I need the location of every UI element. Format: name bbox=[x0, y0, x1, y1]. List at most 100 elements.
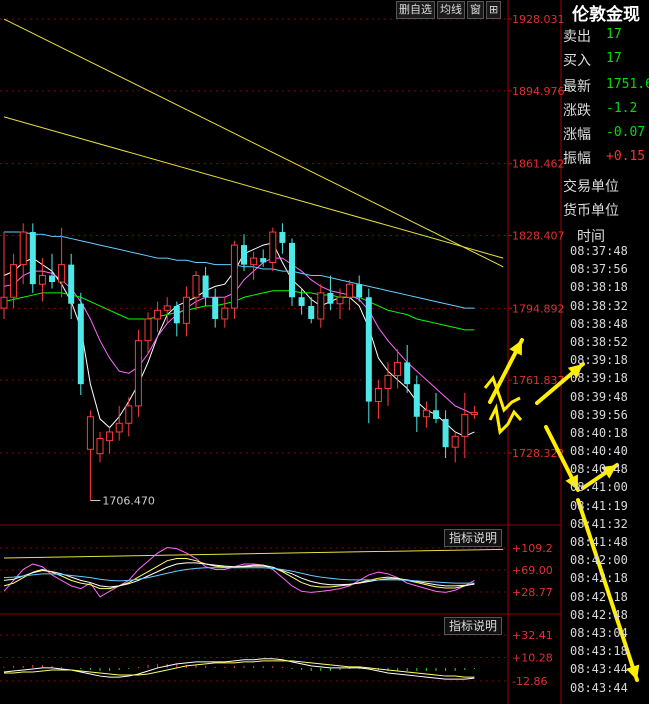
tick-time-row: 08:40:40 bbox=[570, 444, 628, 462]
quote-value: +0.15 bbox=[606, 149, 646, 164]
candle-body bbox=[442, 418, 449, 448]
tick-time-row: 08:38:18 bbox=[570, 280, 628, 298]
candle-body bbox=[106, 431, 114, 442]
tick-time-row: 08:41:48 bbox=[570, 535, 628, 553]
candle-body bbox=[451, 435, 459, 448]
candle-body bbox=[144, 318, 152, 342]
quote-value: -0.07 bbox=[606, 125, 646, 140]
indicator-line bbox=[3, 562, 475, 588]
quote-row: 买入 17 bbox=[563, 50, 649, 74]
low-marker-label: 1706.470 bbox=[102, 494, 154, 507]
currency-unit-label: 货币单位 bbox=[563, 203, 619, 219]
tick-time: 08:42:48 bbox=[570, 607, 628, 622]
quote-row: 最新 1751.6 bbox=[563, 76, 649, 100]
trendline bbox=[3, 548, 504, 559]
candle-body bbox=[241, 245, 247, 265]
tick-time: 08:43:44 bbox=[570, 680, 628, 695]
indicator-tick-label: +109.2 bbox=[512, 542, 553, 555]
tick-time-row: 08:40:18 bbox=[570, 426, 628, 444]
tick-time-row: 08:37:48 bbox=[570, 244, 628, 262]
candle-body bbox=[192, 275, 200, 298]
indicator-tick-label: -12.86 bbox=[512, 675, 547, 688]
price-tick-label: 1894.976 bbox=[512, 85, 565, 98]
tick-time-row: 08:42:00 bbox=[570, 553, 628, 571]
instrument-title: 伦敦金现 bbox=[572, 5, 640, 25]
candle-body bbox=[19, 231, 27, 266]
quote-label: 涨跌 bbox=[563, 103, 591, 119]
candle-body bbox=[202, 275, 209, 298]
quote-value: 17 bbox=[606, 27, 622, 42]
indicator-help-button-2[interactable]: 指标说明 bbox=[444, 617, 503, 635]
indicator-help-button-1[interactable]: 指标说明 bbox=[444, 529, 503, 547]
candle-body bbox=[154, 309, 162, 320]
candle-body bbox=[346, 283, 354, 298]
tick-time-row: 08:41:32 bbox=[570, 517, 628, 535]
tick-time: 08:39:18 bbox=[570, 353, 628, 368]
tick-time: 08:37:56 bbox=[570, 262, 628, 277]
quote-label: 买入 bbox=[563, 53, 591, 69]
candle-body bbox=[68, 264, 75, 304]
quote-label: 卖出 bbox=[563, 29, 591, 45]
tick-time: 08:42:00 bbox=[570, 553, 628, 568]
candle-body bbox=[470, 411, 478, 416]
tick-time: 08:38:32 bbox=[570, 298, 628, 313]
candle-body bbox=[29, 232, 36, 285]
indicator-line bbox=[3, 547, 475, 598]
tick-time-row: 08:38:32 bbox=[570, 299, 628, 317]
candle-body bbox=[38, 275, 46, 285]
candle-body bbox=[182, 296, 190, 324]
tick-time-row: 08:43:04 bbox=[570, 626, 628, 644]
indicator-tick-label: +69.00 bbox=[512, 564, 553, 577]
price-tick-label: 1928.031 bbox=[512, 13, 565, 26]
tick-time-row: 08:43:44 bbox=[570, 681, 628, 699]
trendline bbox=[3, 116, 504, 259]
quote-row: 涨跌 -1.2 bbox=[563, 100, 649, 124]
quote-label: 最新 bbox=[563, 79, 591, 95]
tick-time-row: 08:42:18 bbox=[570, 571, 628, 589]
tick-time: 08:41:32 bbox=[570, 516, 628, 531]
remove-watchlist-button[interactable]: 删自选 bbox=[396, 1, 435, 19]
layout-icon[interactable]: ⊞ bbox=[486, 1, 502, 19]
tick-time: 08:37:48 bbox=[570, 244, 628, 258]
moving-average-line bbox=[3, 242, 475, 437]
tick-time: 08:41:19 bbox=[570, 498, 628, 513]
tick-time-row: 08:38:48 bbox=[570, 317, 628, 335]
annotation-stroke bbox=[488, 403, 523, 436]
price-tick-label: 1861.462 bbox=[512, 158, 565, 171]
candle-body bbox=[250, 257, 258, 266]
tick-time-row: 08:40:48 bbox=[570, 462, 628, 480]
tick-time-row: 08:43:18 bbox=[570, 644, 628, 662]
time-column-header: 时间 bbox=[577, 229, 605, 245]
candle-body bbox=[86, 416, 94, 450]
candle-body bbox=[96, 437, 104, 455]
candle-body bbox=[212, 297, 219, 319]
tick-time: 08:42:18 bbox=[570, 589, 628, 604]
price-tick-label: 1794.892 bbox=[512, 302, 565, 315]
tick-time-row: 08:38:52 bbox=[570, 335, 628, 353]
tick-time: 08:38:48 bbox=[570, 316, 628, 331]
tick-time-row: 08:43:44 bbox=[570, 662, 628, 680]
tick-time: 08:40:40 bbox=[570, 444, 628, 459]
chart-toolbar: 删自选 均线 窗 ⊞ bbox=[396, 1, 502, 19]
moving-average-line bbox=[3, 257, 475, 416]
tick-time: 08:43:18 bbox=[570, 644, 628, 659]
tick-time-row: 08:41:00 bbox=[570, 480, 628, 498]
quote-label: 涨幅 bbox=[563, 127, 591, 143]
tick-time: 08:39:48 bbox=[570, 389, 628, 404]
quote-label: 振幅 bbox=[563, 151, 591, 167]
tick-time: 08:41:48 bbox=[570, 535, 628, 549]
candle-body bbox=[384, 374, 392, 390]
tick-time-row: 08:39:48 bbox=[570, 390, 628, 408]
tick-time-row: 08:42:18 bbox=[570, 590, 628, 608]
window-button[interactable]: 窗 bbox=[467, 1, 484, 19]
candle-body bbox=[356, 284, 363, 298]
moving-average-button[interactable]: 均线 bbox=[437, 1, 465, 19]
candle-body bbox=[125, 405, 133, 424]
candle-body bbox=[173, 305, 180, 324]
candle-body bbox=[115, 422, 123, 433]
tick-time-list[interactable]: 08:37:48 08:37:56 08:38:18 08:38:32 08:38:48… bbox=[570, 244, 628, 699]
candle-body bbox=[260, 258, 267, 263]
candle-body bbox=[269, 231, 277, 263]
tick-time: 08:42:18 bbox=[570, 571, 628, 586]
candle-body bbox=[336, 296, 344, 305]
